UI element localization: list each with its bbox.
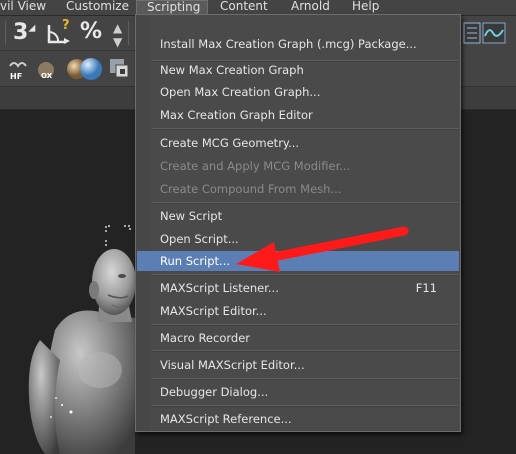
annotation-arrow-icon [236, 226, 409, 272]
